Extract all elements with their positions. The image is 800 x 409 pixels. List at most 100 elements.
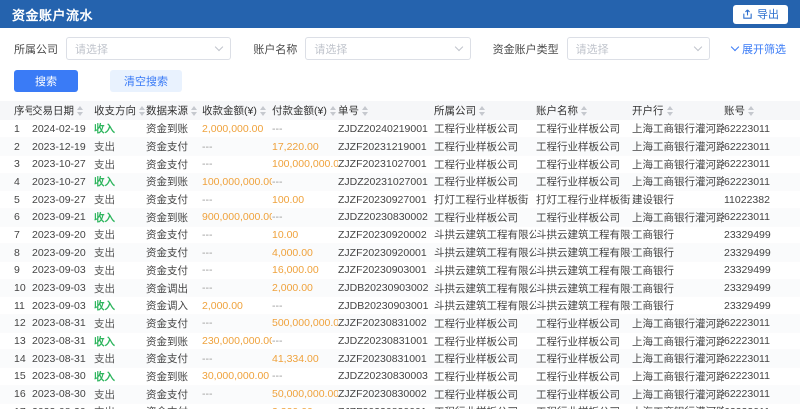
table-row: 172023-08-30支出资金支付---3,320.00ZJZF2023083… [0, 403, 800, 409]
sort-icon[interactable] [667, 106, 673, 116]
column-header-bank[interactable]: 开户行 [632, 101, 724, 120]
cell-account_no: 11022382 [724, 191, 800, 209]
company-select-placeholder: 请选择 [75, 41, 108, 57]
cell-account_name: 工程行业样板公司 [536, 350, 632, 368]
cell-direction: 收入 [94, 332, 146, 350]
cell-no: 2 [0, 138, 32, 156]
export-icon [742, 9, 753, 20]
cell-order_no: ZJDB20230903001 [338, 297, 434, 315]
column-header-source[interactable]: 数据来源 [146, 101, 202, 120]
account-type-select[interactable]: 请选择 [567, 37, 710, 60]
cell-direction: 支出 [94, 191, 146, 209]
cell-source: 资金支付 [146, 191, 202, 209]
cell-source: 资金到账 [146, 332, 202, 350]
column-header-account_no[interactable]: 账号 [724, 101, 800, 120]
cell-company: 工程行业样板公司 [434, 138, 536, 156]
cell-account_no: 62223011 [724, 155, 800, 173]
column-label: 账户名称 [536, 105, 578, 117]
cell-direction: 支出 [94, 262, 146, 280]
table-row: 122023-08-31支出资金支付---500,000,000.00ZJZF2… [0, 315, 800, 333]
table-row: 22023-12-19支出资金支付---17,220.00ZJZF2023121… [0, 138, 800, 156]
cell-source: 资金到账 [146, 368, 202, 386]
export-button[interactable]: 导出 [733, 5, 788, 24]
clear-search-button[interactable]: 清空搜索 [110, 70, 182, 92]
cell-account_no: 23329499 [724, 244, 800, 262]
cell-company: 斗拱云建筑工程有限公司 [434, 244, 536, 262]
cell-account_name: 工程行业样板公司 [536, 385, 632, 403]
search-button[interactable]: 搜索 [14, 70, 78, 92]
chevron-down-icon [731, 43, 739, 51]
cell-account_name: 斗拱云建筑工程有限公司 [536, 262, 632, 280]
column-header-account_name[interactable]: 账户名称 [536, 101, 632, 120]
expand-filter-link[interactable]: 展开筛选 [732, 41, 786, 57]
cell-direction: 支出 [94, 138, 146, 156]
sort-icon[interactable] [479, 106, 485, 116]
sort-icon[interactable] [362, 106, 368, 116]
cell-receipt: 900,000,000.00 [202, 208, 272, 226]
cell-account_name: 工程行业样板公司 [536, 208, 632, 226]
column-header-company[interactable]: 所属公司 [434, 101, 536, 120]
cell-no: 14 [0, 350, 32, 368]
cell-date: 2023-10-27 [32, 155, 94, 173]
cell-payment: --- [272, 120, 338, 138]
cell-account_name: 工程行业样板公司 [536, 155, 632, 173]
cell-date: 2023-08-30 [32, 368, 94, 386]
column-header-payment[interactable]: 付款金额(¥) [272, 101, 338, 120]
cell-direction: 支出 [94, 155, 146, 173]
cell-direction: 支出 [94, 244, 146, 262]
cell-date: 2023-09-20 [32, 226, 94, 244]
cell-account_no: 23329499 [724, 262, 800, 280]
sort-icon[interactable] [260, 106, 266, 116]
company-select[interactable]: 请选择 [66, 37, 231, 60]
table-row: 112023-09-03收入资金调入2,000.00---ZJDB2023090… [0, 297, 800, 315]
cell-receipt: 100,000,000.00 [202, 173, 272, 191]
cell-no: 4 [0, 173, 32, 191]
table-row: 162023-08-30支出资金支付---50,000,000.00ZJZF20… [0, 385, 800, 403]
cell-receipt: 230,000,000.00 [202, 332, 272, 350]
cell-company: 斗拱云建筑工程有限公司 [434, 297, 536, 315]
cell-order_no: ZJZF20230903001 [338, 262, 434, 280]
table-row: 42023-10-27收入资金到账100,000,000.00---ZJDZ20… [0, 173, 800, 191]
filter-group-account-name: 账户名称 请选择 [253, 37, 470, 60]
sort-icon[interactable] [330, 106, 336, 116]
cell-bank: 上海工商银行灌河路支行 [632, 385, 724, 403]
cell-source: 资金支付 [146, 403, 202, 409]
filter-label-company: 所属公司 [14, 41, 58, 57]
cell-direction: 支出 [94, 350, 146, 368]
cell-direction: 支出 [94, 315, 146, 333]
table-row: 12024-02-19收入资金到账2,000,000.00---ZJDZ2024… [0, 120, 800, 138]
cell-payment: 50,000,000.00 [272, 385, 338, 403]
cell-order_no: ZJZF20231219001 [338, 138, 434, 156]
column-header-direction[interactable]: 收支方向 [94, 101, 146, 120]
cell-company: 工程行业样板公司 [434, 350, 536, 368]
cell-no: 11 [0, 297, 32, 315]
chevron-down-icon [454, 43, 462, 51]
column-label: 单号 [338, 105, 359, 117]
cell-no: 12 [0, 315, 32, 333]
table-row: 102023-09-03支出资金调出---2,000.00ZJDB2023090… [0, 279, 800, 297]
column-label: 账号 [724, 105, 745, 117]
sort-icon[interactable] [191, 106, 197, 116]
cell-no: 9 [0, 262, 32, 280]
cell-no: 16 [0, 385, 32, 403]
account-name-select[interactable]: 请选择 [305, 37, 470, 60]
cell-order_no: ZJDZ20231027001 [338, 173, 434, 191]
column-header-receipt[interactable]: 收款金额(¥) [202, 101, 272, 120]
sort-icon[interactable] [139, 106, 145, 116]
cell-bank: 上海工商银行灌河路支行 [632, 350, 724, 368]
cell-no: 7 [0, 226, 32, 244]
table-row: 132023-08-31收入资金到账230,000,000.00---ZJDZ2… [0, 332, 800, 350]
column-header-date[interactable]: 交易日期 [32, 101, 94, 120]
sort-icon[interactable] [748, 106, 754, 116]
cell-receipt: --- [202, 403, 272, 409]
column-label: 数据来源 [146, 105, 188, 117]
cell-account_no: 62223011 [724, 138, 800, 156]
sort-icon[interactable] [77, 106, 83, 116]
cell-account_name: 工程行业样板公司 [536, 315, 632, 333]
cell-account_name: 工程行业样板公司 [536, 368, 632, 386]
cell-receipt: --- [202, 315, 272, 333]
column-header-order_no[interactable]: 单号 [338, 101, 434, 120]
sort-icon[interactable] [581, 106, 587, 116]
cell-bank: 上海工商银行灌河路支行 [632, 368, 724, 386]
table-row: 152023-08-30收入资金到账30,000,000.00---ZJDZ20… [0, 368, 800, 386]
